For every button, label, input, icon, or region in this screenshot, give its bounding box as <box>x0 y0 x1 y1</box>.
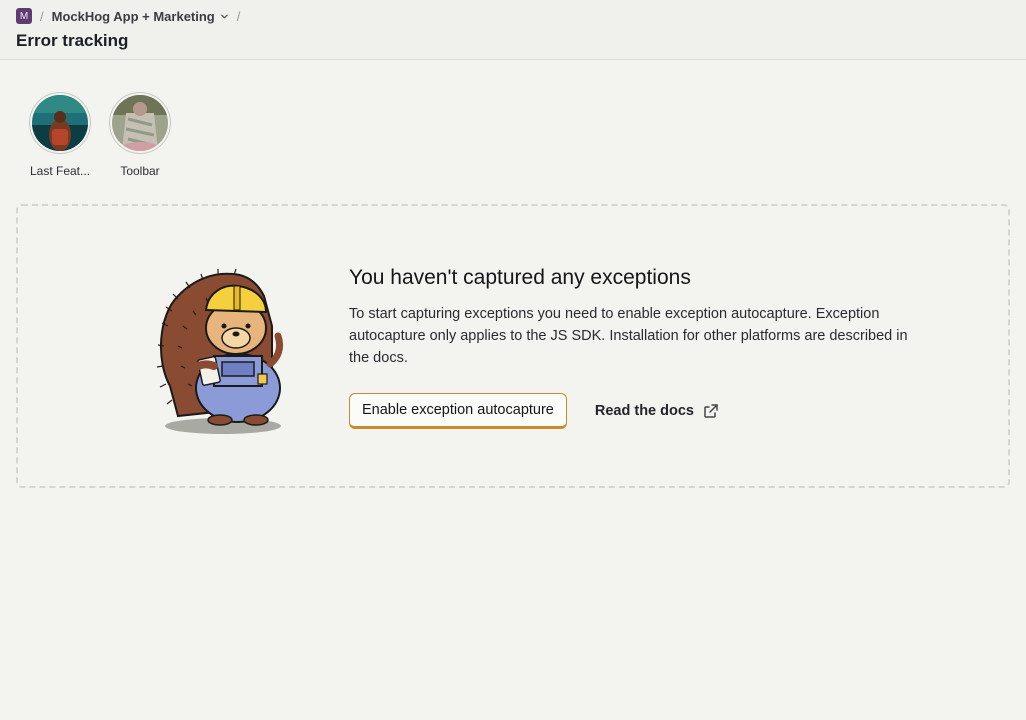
story-thumbnail <box>112 95 168 151</box>
hedgehog-builder-illustration <box>156 268 284 434</box>
read-the-docs-label: Read the docs <box>594 403 694 419</box>
top-bar: M / MockHog App + Marketing / Error trac… <box>0 0 1026 60</box>
story-ring <box>29 92 91 154</box>
story-last-feature[interactable]: Last Feat... <box>28 92 92 178</box>
project-switcher[interactable]: MockHog App + Marketing <box>52 9 229 24</box>
page-title: Error tracking <box>16 31 129 50</box>
breadcrumb: M / MockHog App + Marketing / <box>16 7 248 25</box>
story-ring <box>109 92 171 154</box>
enable-exception-autocapture-button[interactable]: Enable exception autocapture <box>349 393 567 429</box>
project-name: MockHog App + Marketing <box>51 8 215 24</box>
read-the-docs-link[interactable]: Read the docs <box>595 403 719 419</box>
story-toolbar[interactable]: Toolbar <box>108 92 172 178</box>
chevron-down-icon <box>220 14 228 18</box>
story-label: Last Feat... <box>29 164 91 178</box>
breadcrumb-separator: / <box>40 8 44 24</box>
breadcrumb-separator: / <box>236 8 241 24</box>
story-label: Toolbar <box>120 164 160 178</box>
empty-state-card: You haven't captured any exceptions To s… <box>16 204 1010 488</box>
story-thumbnail <box>32 95 88 151</box>
empty-state-content: You haven't captured any exceptions To s… <box>349 266 909 429</box>
external-link-icon <box>704 404 718 418</box>
project-avatar[interactable]: M <box>16 8 32 24</box>
stories-bar: Last Feat... Toolbar <box>28 92 172 178</box>
empty-state-title: You haven't captured any exceptions <box>349 266 691 289</box>
empty-state-description: To start capturing exceptions you need t… <box>349 306 908 366</box>
empty-state-actions: Enable exception autocapture Read the do… <box>349 393 909 429</box>
